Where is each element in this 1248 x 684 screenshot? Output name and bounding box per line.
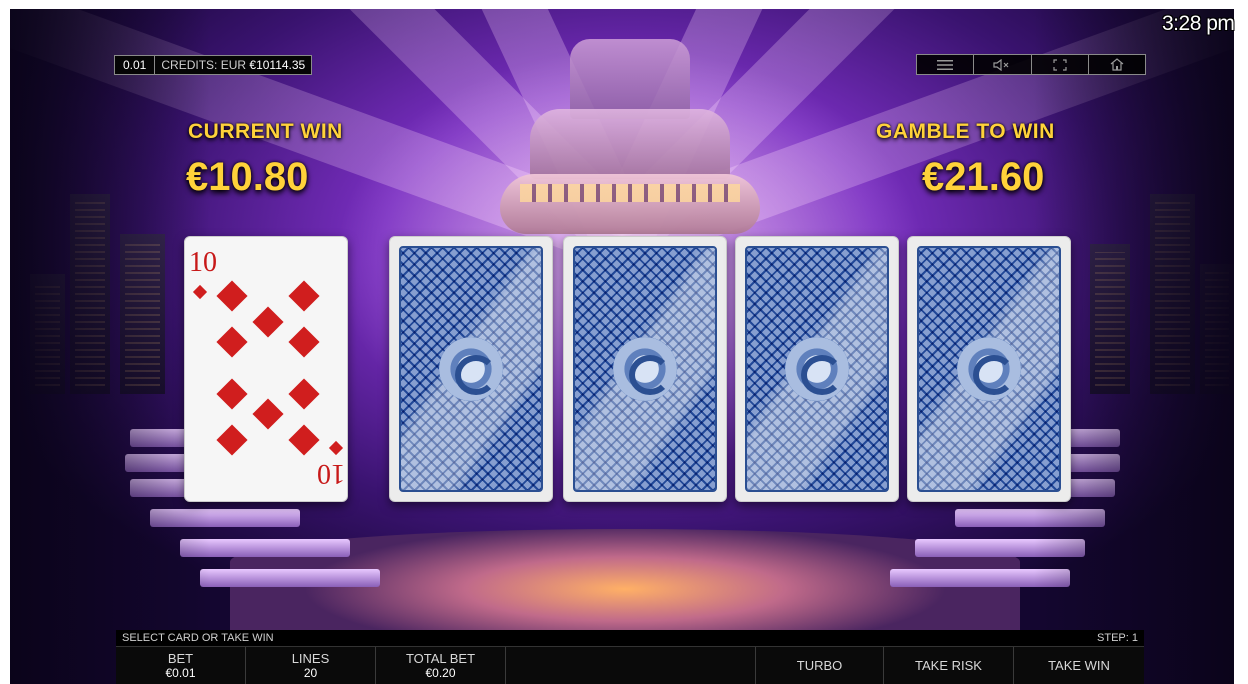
card-rank-top: 10 (189, 247, 217, 278)
total-bet-display: TOTAL BET €0.20 (376, 647, 506, 684)
turbo-label: TURBO (796, 658, 843, 673)
diamond-icon (328, 440, 344, 456)
home-icon[interactable] (1089, 55, 1145, 74)
diamond-icon (192, 284, 208, 300)
card-back-emblem-icon (439, 337, 503, 401)
system-clock: 3:28 pm (1162, 12, 1235, 35)
stair-step (200, 569, 380, 587)
credits-value: €10114.35 (249, 58, 306, 72)
diamond-icon (288, 424, 320, 456)
diamond-icon (288, 378, 320, 410)
menu-icon[interactable] (917, 55, 975, 74)
credits-display: 0.01 CREDITS: EUR €10114.35 (114, 55, 313, 75)
total-bet-label: TOTAL BET (405, 650, 476, 666)
vignette-left (10, 9, 210, 684)
lines-display: LINES 20 (246, 647, 376, 684)
diamond-icon (216, 424, 248, 456)
diamond-icon (252, 306, 284, 338)
diamond-icon (288, 280, 320, 312)
control-bar: BET €0.01 LINES 20 TOTAL BET €0.20 TURBO… (116, 646, 1144, 684)
card-back-emblem-icon (785, 337, 849, 401)
turbo-button[interactable]: TURBO (756, 647, 884, 684)
yacht-tower (500, 39, 760, 269)
credits-label: CREDITS: EUR (161, 58, 247, 72)
take-risk-label: TAKE RISK (915, 658, 982, 673)
bet-display: BET €0.01 (116, 647, 246, 684)
sound-muted-icon[interactable] (974, 55, 1032, 74)
current-win-label: CURRENT WIN (188, 120, 343, 143)
card-back-3[interactable] (735, 236, 899, 502)
current-win-value: €10.80 (186, 155, 309, 199)
card-rank-bottom: 10 (317, 458, 345, 489)
dealer-card-ten-of-diamonds: 10 10 (184, 236, 348, 502)
card-back-2[interactable] (563, 236, 727, 502)
status-bar: SELECT CARD OR TAKE WIN STEP: 1 (116, 630, 1144, 646)
diamond-icon (288, 326, 320, 358)
bet-label: BET (167, 650, 194, 666)
diamond-icon (216, 326, 248, 358)
take-risk-button[interactable]: TAKE RISK (884, 647, 1014, 684)
take-win-label: TAKE WIN (1048, 658, 1110, 673)
step-indicator: STEP: 1 (1097, 632, 1138, 644)
gamble-to-win-label: GAMBLE TO WIN (876, 120, 1055, 143)
total-bet-value: €0.20 (425, 665, 456, 680)
card-back-4[interactable] (907, 236, 1071, 502)
empty-cell (506, 647, 756, 684)
fullscreen-icon[interactable] (1032, 55, 1089, 74)
credits: CREDITS: EUR €10114.35 (155, 58, 311, 72)
lines-value: 20 (303, 665, 318, 680)
card-back-1[interactable] (389, 236, 553, 502)
denomination[interactable]: 0.01 (115, 56, 156, 74)
bet-value: €0.01 (165, 665, 196, 680)
lines-label: LINES (291, 650, 330, 666)
diamond-icon (216, 280, 248, 312)
diamond-icon (216, 378, 248, 410)
take-win-button[interactable]: TAKE WIN (1014, 647, 1144, 684)
status-message: SELECT CARD OR TAKE WIN (122, 632, 274, 644)
diamond-icon (252, 398, 284, 430)
menu-bar (916, 54, 1146, 75)
card-back-emblem-icon (613, 337, 677, 401)
card-back-emblem-icon (957, 337, 1021, 401)
gamble-to-win-value: €21.60 (922, 155, 1045, 199)
